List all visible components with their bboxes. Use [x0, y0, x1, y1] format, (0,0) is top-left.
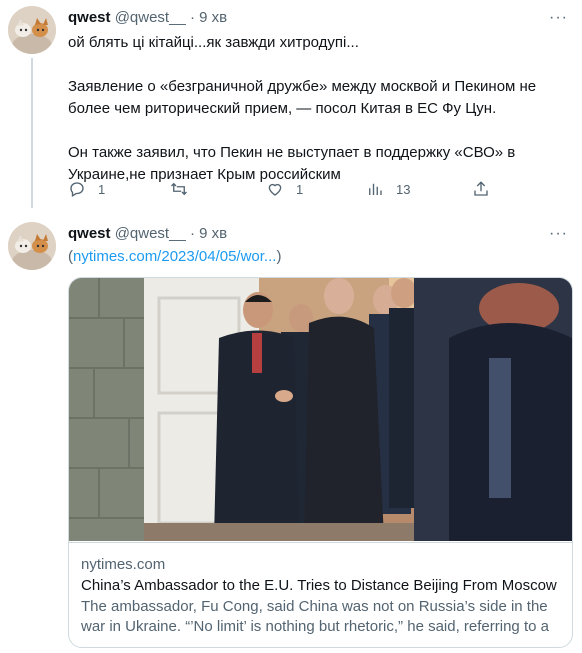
- card-image[interactable]: [69, 278, 572, 541]
- retweet-icon: [171, 182, 187, 196]
- thread-line: [31, 58, 33, 208]
- tweet[interactable]: qwest @qwest__ · 9 хв ··· ой блять ці кі…: [0, 0, 582, 212]
- timestamp[interactable]: 9 хв: [199, 225, 227, 242]
- article-link[interactable]: nytimes.com/2023/04/05/wor...: [73, 248, 276, 265]
- views-count: 13: [396, 181, 411, 197]
- avatar[interactable]: [8, 222, 56, 270]
- separator-dot: ·: [189, 225, 195, 242]
- tweet[interactable]: qwest @qwest__ · 9 хв ··· (nytimes.com/2…: [0, 216, 582, 653]
- tweet-header: qwest @qwest__ · 9 хв ···: [68, 8, 568, 28]
- avatar[interactable]: [8, 6, 56, 54]
- retweet-button[interactable]: [170, 178, 200, 200]
- views-icon: [369, 183, 382, 195]
- share-button[interactable]: [472, 178, 490, 200]
- reply-count: 1: [98, 181, 106, 197]
- tweet-header: qwest @qwest__ · 9 хв ···: [68, 224, 568, 244]
- like-count: 1: [296, 181, 304, 197]
- user-handle[interactable]: @qwest__: [115, 225, 186, 242]
- action-bar: 1 1 13: [68, 178, 498, 200]
- tweet-line: Заявление о «безграничной дружбе» между …: [68, 78, 537, 117]
- more-dots-icon[interactable]: ···: [549, 8, 568, 28]
- like-button[interactable]: 1: [266, 178, 303, 200]
- card-meta[interactable]: nytimes.com China’s Ambassador to the E.…: [69, 542, 572, 648]
- reply-icon: [70, 182, 84, 197]
- heart-icon: [268, 183, 282, 196]
- views-button[interactable]: 13: [366, 178, 410, 200]
- display-name[interactable]: qwest: [68, 9, 111, 26]
- tweet-text: (nytimes.com/2023/04/05/wor...): [68, 246, 281, 268]
- separator-dot: ·: [189, 9, 195, 26]
- paren-close: ): [276, 248, 282, 265]
- card-domain: nytimes.com: [81, 556, 166, 573]
- tweet-line: ой блять ці кітайці...як завжди хитродуп…: [68, 34, 359, 51]
- display-name[interactable]: qwest: [68, 225, 111, 242]
- share-icon: [474, 181, 488, 196]
- reply-button[interactable]: 1: [68, 178, 105, 200]
- timestamp[interactable]: 9 хв: [199, 9, 227, 26]
- tweet-text: ой блять ці кітайці...як завжди хитродуп…: [68, 32, 558, 186]
- link-card[interactable]: nytimes.com China’s Ambassador to the E.…: [68, 277, 573, 648]
- card-title: China’s Ambassador to the E.U. Tries to …: [81, 577, 557, 594]
- user-handle[interactable]: @qwest__: [115, 9, 186, 26]
- more-dots-icon[interactable]: ···: [549, 224, 568, 244]
- card-description: The ambassador, Fu Cong, said China was …: [81, 598, 549, 648]
